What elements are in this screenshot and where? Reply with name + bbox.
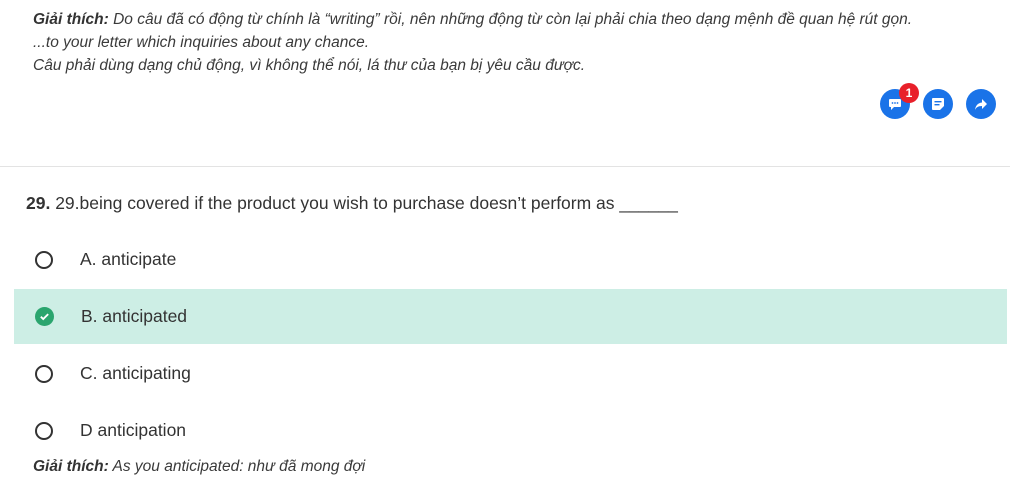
- option-label: B. anticipated: [81, 306, 188, 326]
- explanation-label: Giải thích:: [33, 11, 109, 28]
- check-circle-icon[interactable]: [35, 307, 54, 326]
- note-icon: [932, 98, 944, 110]
- question-number: 29.: [26, 193, 51, 213]
- explanation-text: As you anticipated: như đã mong đợi: [108, 458, 366, 475]
- option-c[interactable]: C. anticipating: [14, 346, 1007, 401]
- question-body: 29.being covered if the product you wish…: [50, 193, 678, 213]
- explanation-line-2: ...to your letter which inquiries about …: [33, 34, 370, 51]
- option-label: D anticipation: [80, 420, 187, 440]
- option-d[interactable]: D anticipation: [14, 403, 1007, 458]
- explanation-bottom: Giải thích: As you anticipated: như đã m…: [33, 458, 365, 476]
- share-icon: [975, 99, 987, 110]
- action-icons: 1: [880, 83, 996, 119]
- option-a[interactable]: A. anticipate: [14, 232, 1007, 287]
- share-button[interactable]: [966, 89, 996, 119]
- question-text: 29. 29.being covered if the product you …: [26, 193, 678, 214]
- section-divider: [0, 166, 1010, 167]
- explanation-top: Giải thích: Do câu đã có động từ chính l…: [33, 8, 1003, 77]
- explanation-line-3: Câu phải dùng dạng chủ động, vì không th…: [33, 57, 586, 74]
- comment-button[interactable]: 1: [880, 83, 919, 119]
- comment-count-badge: 1: [899, 83, 919, 103]
- option-label: C. anticipating: [80, 363, 191, 383]
- explanation-line-1: Giải thích: Do câu đã có động từ chính l…: [33, 8, 1003, 31]
- answer-options: A. anticipate B. anticipated C. anticipa…: [14, 232, 1007, 460]
- radio-icon[interactable]: [35, 250, 53, 269]
- radio-icon[interactable]: [35, 364, 53, 383]
- note-button[interactable]: [923, 89, 953, 119]
- option-label: A. anticipate: [80, 249, 177, 269]
- radio-icon[interactable]: [35, 421, 53, 440]
- explanation-text: Do câu đã có động từ chính là “writing” …: [108, 11, 913, 28]
- explanation-label: Giải thích:: [33, 458, 109, 475]
- option-b[interactable]: B. anticipated: [14, 289, 1007, 344]
